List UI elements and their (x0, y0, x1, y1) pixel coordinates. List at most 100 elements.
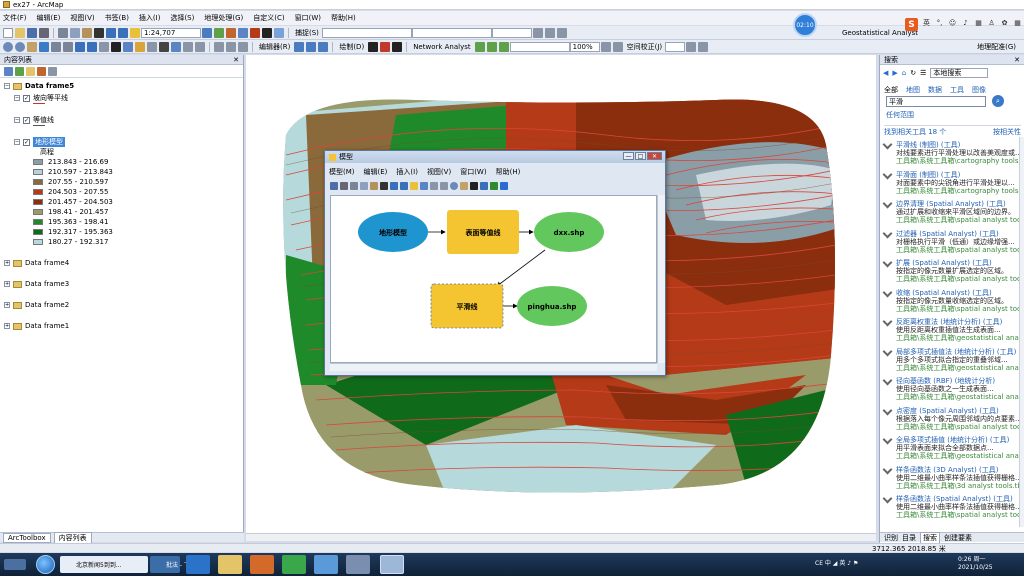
zoom-in-icon[interactable] (450, 181, 458, 190)
model-canvas[interactable]: 地形模型 表面等值线 dxx.shp 平滑线 pinghua.shp (330, 195, 657, 363)
measure-icon[interactable] (532, 27, 543, 38)
identify-icon[interactable] (123, 41, 133, 52)
tree-layer-terrain[interactable]: − ✓ 地形模型 (14, 137, 65, 147)
search-result-item[interactable]: 点密度 (Spatial Analyst) (工具) 根据落入每个像元周围邻域内的… (882, 405, 1022, 434)
network-dataset-select[interactable] (509, 41, 570, 52)
fixed-zoom-in-icon[interactable] (51, 41, 61, 52)
node-tool-contour[interactable]: 表面等值线 (447, 210, 519, 254)
text-icon[interactable] (392, 41, 403, 52)
search-result-item[interactable]: 扩展 (Spatial Analyst) (工具) 按指定的像元数量扩展选定的区域… (882, 257, 1022, 286)
redo-icon[interactable] (400, 181, 408, 190)
list-by-source-icon[interactable] (15, 66, 24, 76)
fixed-zoom-out-icon[interactable] (63, 41, 73, 52)
legend-swatch[interactable] (33, 239, 43, 245)
filter-all[interactable]: 全部 (884, 85, 898, 95)
scale-select[interactable]: 1:24,707 (141, 27, 201, 38)
tab-arctoolbox[interactable]: ArcToolbox (3, 532, 51, 543)
new-location-icon[interactable] (486, 41, 497, 52)
menu-windows[interactable]: 窗口(W) (295, 13, 321, 23)
zoom-out-icon[interactable] (15, 41, 25, 52)
legend-swatch[interactable] (33, 169, 43, 175)
search-result-item[interactable]: 过滤器 (Spatial Analyst) (工具) 对栅格执行平滑（低通）或边缘… (882, 228, 1022, 257)
ie-icon[interactable] (186, 555, 210, 574)
georeferencing-label[interactable]: 地理配准(G) (977, 42, 1016, 52)
spatial-adjustment-label[interactable]: 空间校正(J) (627, 42, 663, 52)
grid-icon[interactable] (226, 41, 236, 52)
network-analyst-label[interactable]: Network Analyst (413, 43, 470, 51)
forward-icon[interactable] (87, 41, 97, 52)
route-icon[interactable] (544, 27, 555, 38)
add-data-icon[interactable] (130, 27, 140, 38)
pan-icon[interactable] (27, 41, 37, 52)
search-window-icon[interactable] (238, 27, 248, 38)
tab-search[interactable]: 搜索 (920, 531, 940, 544)
collapse-icon[interactable]: − (14, 139, 20, 145)
spatial-adjustment-select[interactable] (665, 41, 686, 52)
edit-tool-icon[interactable] (294, 41, 305, 52)
emoji-icon[interactable]: ☺ (948, 18, 957, 27)
refresh-icon[interactable]: ↻ (910, 69, 916, 77)
browser-360-icon[interactable] (282, 555, 306, 574)
filter-images[interactable]: 图像 (972, 85, 986, 95)
editor-label[interactable]: 编辑器(R) (259, 42, 290, 52)
model-menu-windows[interactable]: 窗口(W) (460, 167, 486, 177)
menu-insert[interactable]: 插入(I) (139, 13, 161, 23)
select-features-icon[interactable] (99, 41, 109, 52)
close-icon[interactable]: ✕ (647, 152, 662, 160)
editor-toolbar-icon[interactable] (202, 27, 212, 38)
tree-frame-3[interactable]: + Data frame3 (4, 280, 69, 288)
collapse-icon[interactable]: − (14, 95, 20, 101)
link-table-icon[interactable] (698, 41, 709, 52)
search-result-item[interactable]: 平滑面 (制图) (工具) 对面要素中的尖锐角进行平滑处理以... 工具箱\系统工具… (882, 169, 1022, 198)
find-icon[interactable] (171, 41, 181, 52)
redo-icon[interactable] (118, 27, 128, 38)
tree-layer-aspect[interactable]: − ✓ 坡向等平线 (14, 93, 68, 103)
solve-icon[interactable] (498, 41, 509, 52)
model-vertical-scrollbar[interactable] (657, 195, 665, 363)
connect-icon[interactable] (480, 181, 488, 190)
paste-icon[interactable] (82, 27, 92, 38)
layer-visibility-checkbox[interactable]: ✓ (23, 94, 30, 102)
select-elements-icon-2[interactable] (368, 41, 379, 52)
node-input-data[interactable]: 地形模型 (358, 212, 428, 252)
paste-icon[interactable] (370, 181, 378, 190)
tree-frame-2[interactable]: + Data frame2 (4, 301, 69, 309)
keyboard-icon[interactable]: ▦ (974, 18, 983, 27)
collapse-icon[interactable]: − (4, 83, 10, 89)
layer-visibility-checkbox[interactable]: ✓ (23, 138, 30, 146)
collapse-icon[interactable]: − (14, 117, 20, 123)
minimize-icon[interactable]: — (623, 152, 634, 160)
undo-icon[interactable] (106, 27, 116, 38)
search-result-item[interactable]: 边界清理 (Spatial Analyst) (工具) 通过扩展和收缩来平滑区域间… (882, 198, 1022, 227)
tab-table-of-contents[interactable]: 内容列表 (53, 531, 92, 544)
delete-icon[interactable] (380, 181, 388, 190)
sogou-logo[interactable]: S (905, 18, 918, 31)
filter-tools[interactable]: 工具 (950, 85, 964, 95)
user-icon[interactable]: ♙ (987, 18, 996, 27)
menu-bookmarks[interactable]: 书签(B) (105, 13, 129, 23)
add-data-icon[interactable] (410, 181, 418, 190)
hyperlink-icon[interactable] (135, 41, 145, 52)
legend-swatch[interactable] (33, 219, 43, 225)
arccatalog-task-icon[interactable] (380, 555, 404, 574)
menu-geoprocessing[interactable]: 地理处理(G) (204, 13, 243, 23)
layout-zoom-icon[interactable] (600, 41, 611, 52)
network-window-icon[interactable] (474, 41, 485, 52)
new-document-icon[interactable] (3, 27, 13, 38)
sort-select[interactable]: 按相关性 (993, 127, 1021, 137)
undo-icon[interactable] (390, 181, 398, 190)
search-box[interactable] (491, 27, 532, 38)
search-options-link[interactable]: 任何范围 (886, 110, 914, 120)
directions-icon[interactable] (556, 27, 567, 38)
snapping-select[interactable] (321, 27, 412, 38)
cut-icon[interactable] (350, 181, 358, 190)
tab-catalog[interactable]: 目录 (902, 533, 916, 543)
print-icon[interactable] (340, 181, 348, 190)
punctuation-icon[interactable]: °, (935, 18, 944, 27)
search-result-item[interactable]: 平滑线 (制图) (工具) 对线要素进行平滑处理以改善美观度或... 工具箱\系统工… (882, 139, 1022, 168)
list-by-selection-icon[interactable] (37, 66, 46, 76)
search-go-icon[interactable]: ⌕ (992, 95, 1004, 107)
fixed-zoom-icon[interactable] (440, 181, 448, 190)
straight-segment-icon[interactable] (318, 41, 329, 52)
explorer-icon[interactable] (218, 555, 242, 574)
